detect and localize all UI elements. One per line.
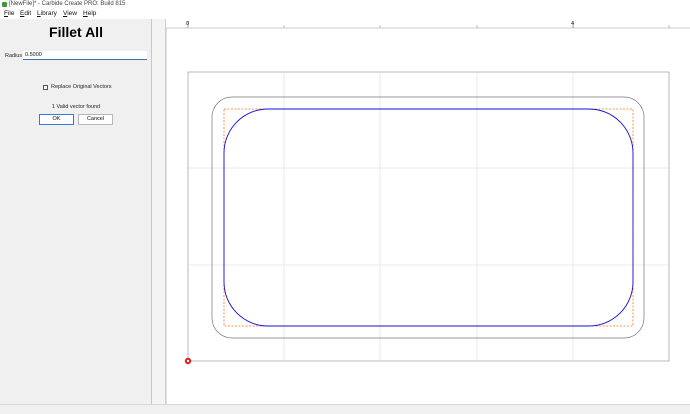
menu-help[interactable]: Help [83,9,96,19]
stock-rectangle [187,71,670,362]
app-icon [2,2,7,7]
panel-scrollbar[interactable] [152,19,166,404]
radius-input[interactable] [23,51,147,60]
panel-title: Fillet All [49,24,103,40]
design-canvas[interactable]: 0 4 0 [156,19,690,404]
fillet-all-panel: Fillet All Radius Replace Original Vecto… [0,19,152,404]
cancel-button[interactable]: Cancel [78,114,113,125]
replace-original-vectors-checkbox[interactable] [43,85,48,90]
origin-marker-icon [184,357,192,365]
ruler-top-label-4: 4 [571,21,574,27]
menu-view[interactable]: View [63,9,77,19]
window-titlebar: [NewFile]* - Carbide Create PRO: Build 8… [0,0,690,9]
menu-file[interactable]: File [4,9,15,19]
radius-label: Radius [5,53,23,59]
window-title: [NewFile]* - Carbide Create PRO: Build 8… [9,1,126,7]
replace-original-vectors-label: Replace Original Vectors [51,84,112,90]
ruler-top-label-0: 0 [186,21,189,27]
top-ruler: 0 4 [166,19,690,29]
valid-vector-status: 1 Valid vector found [51,104,101,110]
menu-library[interactable]: Library [37,9,57,19]
canvas-svg: 0 4 0 [156,19,690,404]
ok-button[interactable]: OK [39,114,74,125]
menu-bar: File Edit Library View Help [0,9,690,19]
status-bar [0,404,690,414]
menu-edit[interactable]: Edit [20,9,31,19]
